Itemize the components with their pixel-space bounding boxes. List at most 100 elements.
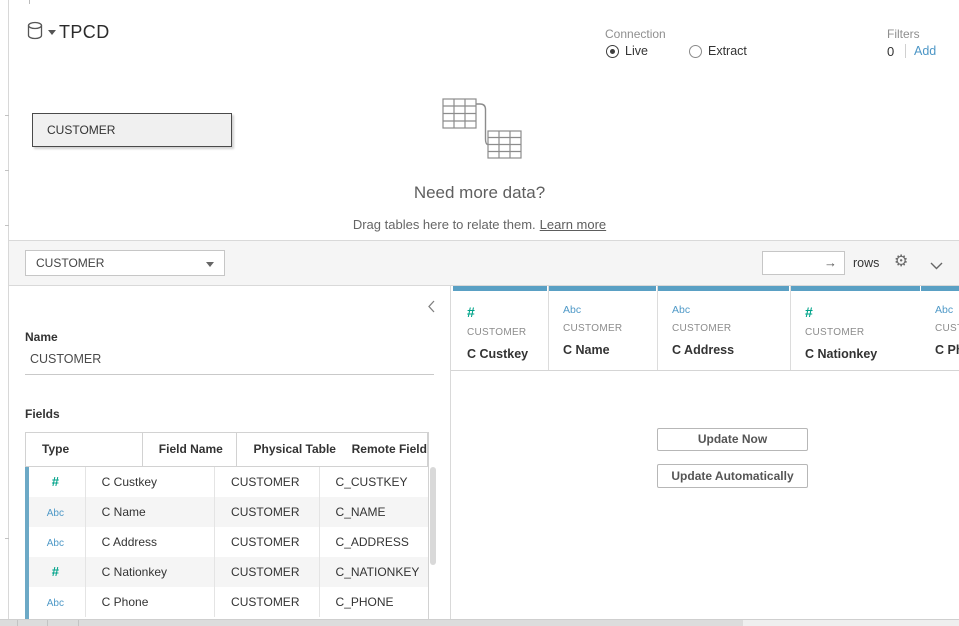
- logical-table-node[interactable]: CUSTOMER: [32, 113, 232, 147]
- fields-scrollbar[interactable]: [430, 467, 436, 565]
- empty-state-hint-text: Drag tables here to relate them.: [353, 217, 536, 232]
- connection-label: Connection: [605, 27, 666, 41]
- rail-tick: [5, 115, 9, 116]
- name-label: Name: [25, 330, 58, 344]
- column-table-label: CUSTOMER: [935, 323, 959, 334]
- scrollbar-segment-divider: [47, 620, 48, 626]
- field-type-cell: #: [26, 557, 86, 587]
- physical-table-cell: CUSTOMER: [215, 527, 320, 557]
- fields-selection-accent-bar: [25, 467, 29, 619]
- filters-add-link[interactable]: Add: [914, 44, 936, 58]
- grid-column-header[interactable]: Abc CUSTOMER C Phone: [921, 286, 959, 370]
- grid-column-header[interactable]: # CUSTOMER C Nationkey: [791, 286, 921, 370]
- field-type-icon[interactable]: Abc: [47, 508, 64, 519]
- radio-extract[interactable]: Extract: [689, 44, 747, 58]
- radio-extract-icon[interactable]: [689, 45, 702, 58]
- database-menu-caret-icon[interactable]: [48, 30, 56, 35]
- fields-table-body: # C Custkey CUSTOMER C_CUSTKEY Abc C Nam…: [26, 467, 428, 617]
- empty-state-title: Need more data?: [0, 183, 959, 203]
- grid-column-header[interactable]: Abc CUSTOMER C Address: [658, 286, 791, 370]
- filters-label: Filters: [887, 27, 920, 41]
- field-type-icon[interactable]: Abc: [47, 598, 64, 609]
- column-type-icon[interactable]: #: [467, 304, 548, 320]
- collapse-panel-chevron-icon[interactable]: [427, 300, 436, 318]
- column-type-icon[interactable]: Abc: [672, 304, 790, 316]
- field-type-icon[interactable]: #: [52, 474, 59, 489]
- column-field-name: C Name: [563, 343, 657, 357]
- fields-column-header[interactable]: Field Name: [143, 433, 238, 466]
- radio-live-icon[interactable]: [606, 45, 619, 58]
- field-name-cell: C Nationkey: [86, 557, 215, 587]
- top-edge-stub: [29, 0, 30, 4]
- chevron-down-icon: [206, 262, 214, 267]
- radio-live[interactable]: Live: [606, 44, 648, 58]
- radio-live-label: Live: [625, 44, 648, 58]
- fields-column-header[interactable]: Remote Field...: [336, 433, 428, 466]
- column-field-name: C Nationkey: [805, 347, 921, 361]
- column-type-icon[interactable]: Abc: [935, 304, 959, 316]
- datasource-page: TPCD Connection Live Extract Filters 0 A…: [0, 0, 959, 626]
- field-row[interactable]: # C Custkey CUSTOMER C_CUSTKEY: [26, 467, 428, 497]
- filters-count: 0: [887, 44, 894, 59]
- rail-tick: [5, 170, 9, 171]
- table-select-value: CUSTOMER: [36, 256, 104, 270]
- field-row[interactable]: Abc C Address CUSTOMER C_ADDRESS: [26, 527, 428, 557]
- column-table-label: CUSTOMER: [467, 327, 548, 338]
- field-row[interactable]: Abc C Phone CUSTOMER C_PHONE: [26, 587, 428, 617]
- physical-table-cell: CUSTOMER: [215, 557, 320, 587]
- remote-field-cell: C_NAME: [320, 497, 428, 527]
- remote-field-cell: C_CUSTKEY: [320, 467, 428, 497]
- horizontal-scrollbar-thumb[interactable]: [0, 620, 743, 626]
- field-type-cell: Abc: [26, 527, 86, 557]
- field-type-cell: Abc: [26, 497, 86, 527]
- grid-header-border: [451, 370, 959, 371]
- column-field-name: C Custkey: [467, 347, 548, 361]
- column-type-icon[interactable]: Abc: [563, 304, 657, 316]
- update-now-button[interactable]: Update Now: [657, 428, 808, 451]
- filters-separator: [905, 44, 906, 58]
- field-name-cell: C Phone: [86, 587, 215, 617]
- field-name-cell: C Name: [86, 497, 215, 527]
- table-select-dropdown[interactable]: CUSTOMER: [25, 250, 225, 276]
- gear-icon[interactable]: ⚙: [894, 251, 908, 270]
- radio-extract-label: Extract: [708, 44, 747, 58]
- field-name-cell: C Custkey: [86, 467, 215, 497]
- remote-field-cell: C_ADDRESS: [320, 527, 428, 557]
- field-type-icon[interactable]: Abc: [47, 538, 64, 549]
- field-row[interactable]: # C Nationkey CUSTOMER C_NATIONKEY: [26, 557, 428, 587]
- column-table-label: CUSTOMER: [672, 323, 790, 334]
- rail-tick: [5, 538, 9, 539]
- field-type-icon[interactable]: #: [52, 564, 59, 579]
- rows-label: rows: [853, 256, 879, 270]
- column-field-name: C Phone: [935, 343, 959, 357]
- rows-input[interactable]: [765, 253, 825, 273]
- remote-field-cell: C_NATIONKEY: [320, 557, 428, 587]
- physical-table-cell: CUSTOMER: [215, 587, 320, 617]
- column-table-label: CUSTOMER: [805, 327, 921, 338]
- horizontal-scrollbar-track[interactable]: [0, 619, 959, 626]
- field-type-cell: Abc: [26, 587, 86, 617]
- remote-field-cell: C_PHONE: [320, 587, 428, 617]
- update-automatically-button[interactable]: Update Automatically: [657, 464, 808, 488]
- column-type-icon[interactable]: #: [805, 304, 921, 320]
- field-name-cell: C Address: [86, 527, 215, 557]
- panel-divider[interactable]: [450, 286, 451, 626]
- grid-column-header[interactable]: Abc CUSTOMER C Name: [549, 286, 658, 370]
- field-row[interactable]: Abc C Name CUSTOMER C_NAME: [26, 497, 428, 527]
- fields-column-header[interactable]: Physical Table: [237, 433, 335, 466]
- fields-label: Fields: [25, 407, 60, 421]
- scrollbar-segment-divider: [78, 620, 79, 626]
- name-field-underline: [25, 374, 434, 375]
- name-value-field[interactable]: CUSTOMER: [30, 352, 101, 366]
- grid-column-header[interactable]: # CUSTOMER C Custkey: [453, 286, 549, 370]
- fields-metadata-table: Type Field Name Physical Table Remote Fi…: [25, 432, 429, 619]
- go-arrow-icon[interactable]: →: [824, 255, 837, 270]
- collapse-grid-chevron-icon[interactable]: [930, 257, 943, 275]
- rows-input-box: →: [762, 251, 845, 275]
- left-pane-edge[interactable]: [8, 0, 9, 626]
- field-type-cell: #: [26, 467, 86, 497]
- data-grid-header: # CUSTOMER C Custkey Abc CUSTOMER C Name…: [453, 286, 959, 370]
- fields-column-header[interactable]: Type: [26, 433, 143, 466]
- database-icon[interactable]: [26, 21, 44, 46]
- learn-more-link[interactable]: Learn more: [540, 217, 606, 232]
